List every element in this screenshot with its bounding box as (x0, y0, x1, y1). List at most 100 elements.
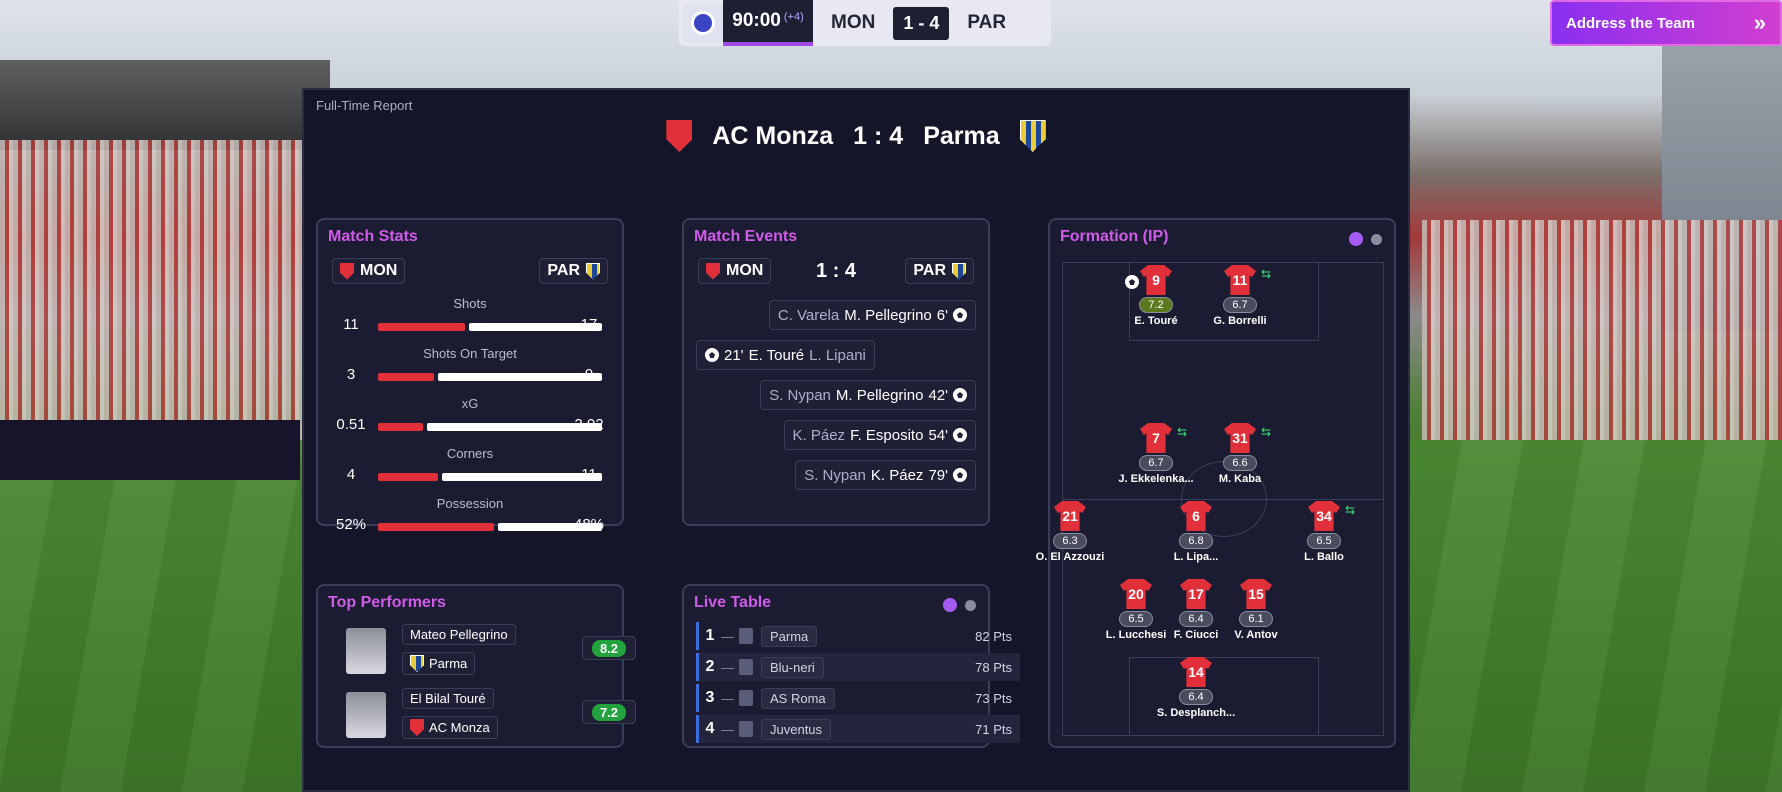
top-performers-card: Top Performers Mateo Pellegrino Parma 8.2 E… (316, 584, 636, 748)
stat-row: Corners 4 11 (318, 446, 622, 488)
table-position: 3 (705, 689, 715, 706)
home-bar (378, 523, 494, 531)
football-icon (953, 308, 967, 322)
address-team-button[interactable]: Address the Team » (1550, 0, 1782, 46)
player-name: L. Ballo (1304, 551, 1344, 563)
performer-row[interactable]: El Bilal Touré AC Monza 7.2 (346, 688, 636, 740)
clock-time: 90:00 (732, 10, 781, 31)
formation-player[interactable]: 7 6.7 J. Ekkelenka... ⇆ (1111, 423, 1201, 485)
formation-toggle[interactable] (1349, 232, 1382, 246)
shirt-icon: 21 (1054, 501, 1086, 531)
position-change-icon: — (721, 628, 734, 644)
goal-minute: 42' (928, 386, 948, 404)
away-value: 17 (580, 316, 598, 333)
team-points: 82 Pts (975, 628, 1012, 644)
table-row[interactable]: 1 — Parma 82 Pts (696, 622, 1020, 650)
shirt-icon: 15 (1240, 579, 1272, 609)
in-possession-dot[interactable] (1349, 232, 1363, 246)
table-toggle[interactable] (943, 598, 976, 612)
formation-player[interactable]: 6 6.8 L. Lipa... (1151, 501, 1241, 563)
parma-crest-icon (1019, 120, 1046, 152)
home-value: 11 (343, 316, 359, 333)
stat-bar-row: 39 (318, 366, 622, 388)
performer-row[interactable]: Mateo Pellegrino Parma 8.2 (346, 624, 636, 676)
team-crest-icon (410, 719, 424, 736)
table-row[interactable]: 3 — AS Roma 73 Pts (696, 684, 1020, 712)
card-title: Match Events (694, 228, 798, 245)
performer-rating: 7.2 (582, 700, 636, 724)
table-position: 2 (705, 658, 715, 675)
player-name: L. Lipa... (1173, 551, 1219, 563)
address-team-label: Address the Team (1566, 14, 1695, 32)
player-rating: 6.5 (1119, 611, 1153, 627)
goal-event[interactable]: S. Nypan K. Páez 79' (795, 460, 976, 490)
team-name: AS Roma (761, 687, 835, 709)
home-bar (378, 373, 434, 381)
away-team-chip: PAR (539, 258, 608, 284)
team-name: Parma (761, 625, 818, 647)
parma-crest-icon (952, 262, 966, 280)
stat-row: Shots On Target 3 9 (318, 346, 622, 388)
scorer-name: M. Pellegrino (844, 306, 932, 324)
avatar (346, 692, 386, 738)
match-events-card: Match Events MON 1 : 4 PAR C. Varela M. P… (682, 218, 990, 526)
scoreboard: 90:00 (+4) MON 1 - 4 PAR (679, 0, 1051, 46)
stat-row: Shots 11 17 (318, 296, 622, 338)
table-dot-inactive[interactable] (965, 599, 976, 611)
player-rating: 6.5 (1307, 533, 1341, 549)
shirt-icon: 11 (1224, 265, 1256, 295)
player-rating: 6.4 (1179, 689, 1213, 705)
table-team: Blu-neri (739, 656, 824, 678)
home-bar (378, 423, 423, 431)
formation-player[interactable]: 21 6.3 O. El Azzouzi (1025, 501, 1115, 563)
goal-event[interactable]: C. Varela M. Pellegrino 6' (768, 300, 976, 330)
home-value: 52% (335, 516, 367, 533)
away-value: 2.02 (574, 416, 604, 433)
home-team-chip: MON (332, 258, 406, 284)
club-badge-icon (739, 721, 753, 737)
performer-name: El Bilal Touré (402, 688, 494, 709)
home-abbrev: MON (831, 12, 876, 33)
assist-name: S. Nypan (804, 466, 866, 484)
goal-minute: 79' (928, 466, 948, 484)
position-change-icon: — (721, 721, 734, 737)
table-row[interactable]: 4 — Juventus 71 Pts (696, 715, 1020, 743)
player-rating: 6.3 (1053, 533, 1087, 549)
formation-player[interactable]: 14 6.4 S. Desplanch... (1151, 657, 1241, 719)
live-table-card: Live Table 1 — Parma 82 Pts 2 — Blu-neri 78 Pts… (682, 584, 1020, 748)
formation-player[interactable]: 15 6.1 V. Antov (1211, 579, 1301, 641)
performer-team: Parma (402, 652, 476, 675)
formation-card: Formation (IP) 9 7.2 E. Touré 11 6.7 G. Borre… (1036, 218, 1396, 748)
player-name: S. Desplanch... (1156, 707, 1236, 719)
team-name: Juventus (761, 718, 832, 740)
match-headline: AC Monza 1 : 4 Parma (304, 120, 1408, 152)
table-team: Juventus (739, 718, 832, 740)
away-team-name: Parma (923, 121, 1000, 150)
card-title: Formation (IP) (1060, 228, 1169, 245)
player-rating: 6.8 (1179, 533, 1213, 549)
table-dot-active[interactable] (943, 598, 957, 612)
substitution-icon: ⇆ (1176, 425, 1187, 439)
formation-player[interactable]: 31 6.6 M. Kaba ⇆ (1195, 423, 1285, 485)
formation-player[interactable]: 34 6.5 L. Ballo ⇆ (1279, 501, 1369, 563)
player-name: E. Touré (1134, 315, 1178, 327)
football-icon (953, 388, 967, 402)
formation-player[interactable]: 9 7.2 E. Touré (1111, 265, 1201, 327)
player-name: V. Antov (1234, 629, 1278, 641)
player-rating: 6.4 (1179, 611, 1213, 627)
panel-label: Full-Time Report (316, 98, 413, 113)
home-team-name: AC Monza (712, 121, 834, 150)
player-rating: 7.2 (1139, 297, 1173, 313)
goal-event[interactable]: S. Nypan M. Pellegrino 42' (760, 380, 976, 410)
table-row[interactable]: 2 — Blu-neri 78 Pts (696, 653, 1020, 681)
goal-event[interactable]: 21' E. Touré L. Lipani (696, 340, 875, 370)
assist-name: S. Nypan (769, 386, 831, 404)
competition-logo-icon (683, 3, 723, 43)
out-possession-dot[interactable] (1371, 233, 1382, 245)
goal-event[interactable]: K. Páez F. Esposito 54' (783, 420, 976, 450)
football-icon (953, 468, 967, 482)
assist-name: K. Páez (792, 426, 846, 444)
formation-pitch: 9 7.2 E. Touré 11 6.7 G. Borrelli ⇆ 7 6.7 J. Ekke… (1036, 262, 1384, 736)
formation-player[interactable]: 11 6.7 G. Borrelli ⇆ (1195, 265, 1285, 327)
stat-row: xG 0.51 2.02 (318, 396, 622, 438)
